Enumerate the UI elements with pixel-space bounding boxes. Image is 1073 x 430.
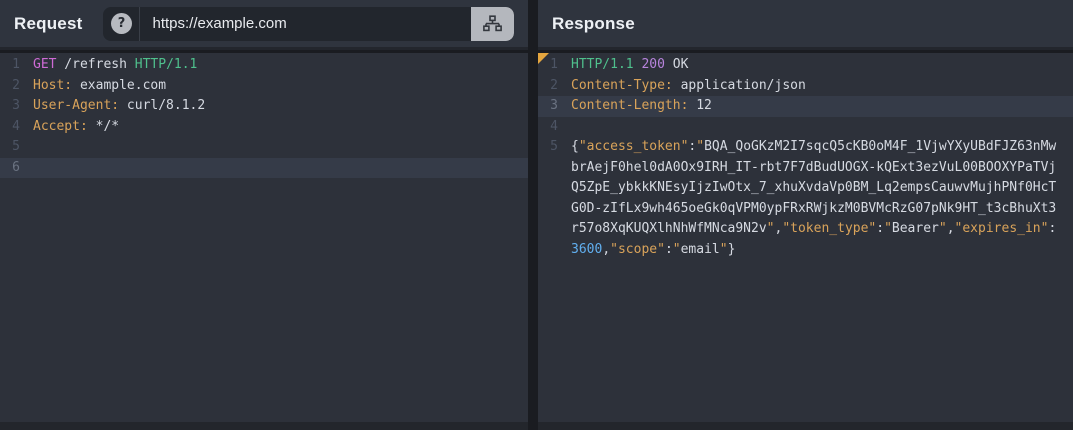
line-number: 4 bbox=[550, 118, 558, 134]
response-horizontal-scrollbar[interactable] bbox=[538, 422, 1073, 430]
code-line[interactable]: 5 bbox=[0, 137, 528, 158]
code-text: Host: example.com bbox=[33, 77, 167, 93]
code-text: brAejF0hel0dA0Ox9IRH_IT-rbt7F7dBudUOGX-k… bbox=[571, 159, 1057, 175]
line-number: 5 bbox=[550, 139, 558, 154]
response-header: Response bbox=[538, 0, 1073, 50]
fold-marker-icon[interactable] bbox=[538, 53, 549, 64]
code-text: HTTP/1.1 200 OK bbox=[571, 57, 689, 72]
question-mark-icon: ? bbox=[110, 13, 132, 34]
code-text: Content-Length: 12 bbox=[571, 98, 712, 113]
request-horizontal-scrollbar[interactable] bbox=[0, 422, 528, 430]
code-text: 3600,"scope":"email"} bbox=[571, 241, 736, 257]
code-line[interactable]: Q5ZpE_ybkkKNEsyIjzIwOtx_7_xhuXvdaVp0BM_L… bbox=[538, 178, 1073, 199]
code-line[interactable]: 5 {"access_token":"BQA_QoGKzM2I7sqcQ5cKB0… bbox=[538, 137, 1073, 158]
code-line[interactable]: brAejF0hel0dA0Ox9IRH_IT-rbt7F7dBudUOGX-k… bbox=[538, 158, 1073, 179]
code-text: User-Agent: curl/8.1.2 bbox=[33, 98, 206, 113]
line-number: 5 bbox=[12, 139, 20, 154]
request-panel: Request ? 1 GET /refresh HTTP/1.1 2 Host: e… bbox=[0, 0, 528, 430]
line-number: 2 bbox=[550, 77, 558, 93]
code-line[interactable]: 3600,"scope":"email"} bbox=[538, 240, 1073, 261]
code-text: GET /refresh HTTP/1.1 bbox=[33, 57, 198, 72]
request-editor[interactable]: 1 GET /refresh HTTP/1.1 2 Host: example.com… bbox=[0, 53, 528, 430]
line-number: 1 bbox=[12, 57, 20, 72]
line-number bbox=[538, 199, 558, 220]
help-button[interactable]: ? bbox=[103, 6, 141, 41]
line-number: 6 bbox=[12, 159, 20, 175]
code-text: {"access_token":"BQA_QoGKzM2I7sqcQ5cKB0o… bbox=[571, 139, 1057, 154]
code-line[interactable]: 2 Content-Type: application/json bbox=[538, 76, 1073, 97]
response-editor[interactable]: 1 HTTP/1.1 200 OK 2 Content-Type: applicati… bbox=[538, 53, 1073, 430]
code-line[interactable]: G0D-zIfLx9wh465oeGk0qVPM0ypFRxRWjkzM0BVM… bbox=[538, 199, 1073, 220]
line-number: 2 bbox=[12, 77, 20, 93]
code-line[interactable]: 6 bbox=[0, 157, 528, 179]
code-line[interactable]: r57o8XqKUQXlhNhWfMNca9N2v","token_type":… bbox=[538, 219, 1073, 240]
code-text: r57o8XqKUQXlhNhWfMNca9N2v","token_type":… bbox=[571, 221, 1057, 236]
code-text: Accept: */* bbox=[33, 118, 120, 134]
line-number: 3 bbox=[550, 98, 558, 113]
code-line[interactable]: 2 Host: example.com bbox=[0, 76, 528, 97]
line-number bbox=[538, 158, 558, 179]
proxy-structure-button[interactable] bbox=[471, 6, 514, 41]
url-input[interactable] bbox=[140, 15, 471, 32]
sitemap-icon bbox=[483, 15, 502, 32]
request-title: Request bbox=[14, 13, 83, 33]
code-text: Content-Type: application/json bbox=[571, 77, 806, 93]
line-number bbox=[538, 219, 558, 240]
code-text: G0D-zIfLx9wh465oeGk0qVPM0ypFRxRWjkzM0BVM… bbox=[571, 200, 1057, 216]
code-line[interactable]: 3 Content-Length: 12 bbox=[538, 96, 1073, 117]
line-number bbox=[538, 178, 558, 199]
response-panel: Response 1 HTTP/1.1 200 OK 2 Content-Type: … bbox=[538, 0, 1073, 430]
line-number: 4 bbox=[12, 118, 20, 134]
code-line[interactable]: 4 bbox=[538, 117, 1073, 138]
request-header: Request ? bbox=[0, 0, 528, 50]
line-number bbox=[538, 240, 558, 261]
line-number: 3 bbox=[12, 98, 20, 113]
code-text: Q5ZpE_ybkkKNEsyIjzIwOtx_7_xhuXvdaVp0BM_L… bbox=[571, 180, 1057, 195]
code-line[interactable]: 1 GET /refresh HTTP/1.1 bbox=[0, 55, 528, 76]
code-line[interactable]: 3 User-Agent: curl/8.1.2 bbox=[0, 96, 528, 117]
response-title: Response bbox=[552, 13, 635, 33]
url-bar[interactable]: ? bbox=[103, 6, 514, 41]
code-line[interactable]: 1 HTTP/1.1 200 OK bbox=[538, 55, 1073, 76]
code-line[interactable]: 4 Accept: */* bbox=[0, 117, 528, 138]
